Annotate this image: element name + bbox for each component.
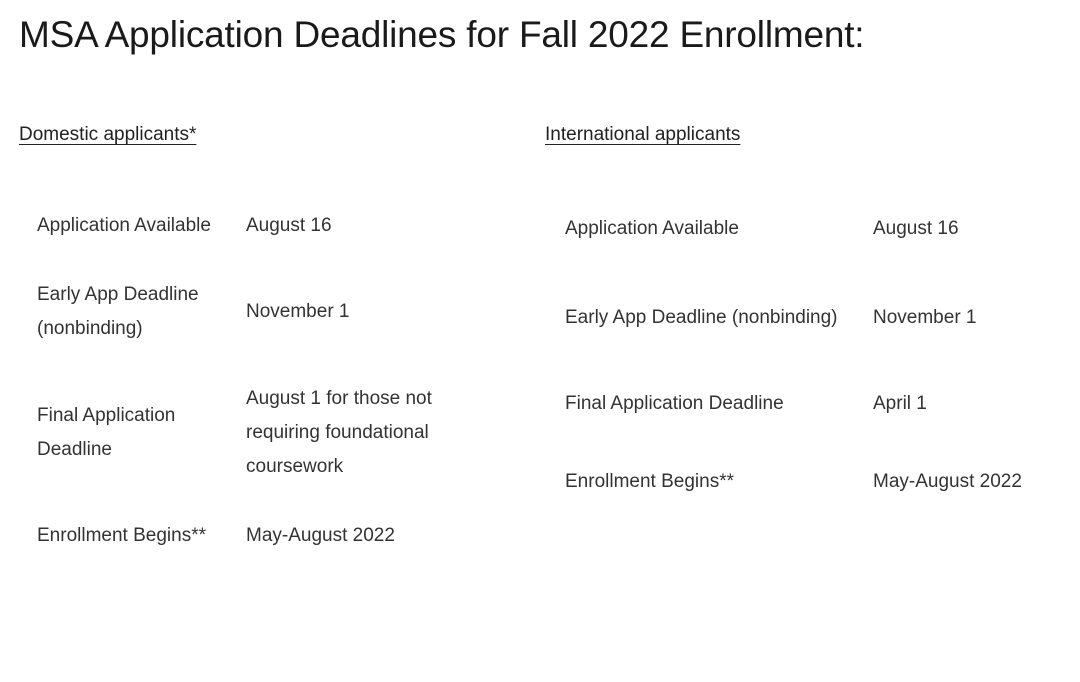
table-row: Final Application Deadline April 1 (545, 370, 1065, 438)
row-label: Early App Deadline (nonbinding) (37, 284, 199, 339)
row-label: Application Available (37, 215, 211, 236)
row-label: Enrollment Begins** (565, 471, 734, 492)
row-label: Final Application Deadline (37, 405, 176, 460)
row-label: Early App Deadline (nonbinding) (565, 307, 838, 328)
domestic-applicants-table: Domestic applicants* Application Availab… (19, 122, 539, 570)
row-value: May-August 2022 (873, 471, 1022, 492)
row-label: Final Application Deadline (565, 393, 784, 414)
table-row: Enrollment Begins** May-August 2022 (19, 502, 539, 570)
row-value: April 1 (873, 393, 927, 414)
row-value: August 16 (246, 215, 332, 236)
table-row: Early App Deadline (nonbinding) November… (19, 260, 539, 364)
domestic-rows: Application Available August 16 Early Ap… (19, 192, 539, 570)
table-row: Application Available August 16 (19, 192, 539, 260)
table-row: Final Application Deadline August 1 for … (19, 364, 539, 502)
international-applicants-header: International applicants (545, 124, 741, 145)
row-value: November 1 (873, 307, 977, 328)
international-applicants-table: International applicants Application Ava… (545, 122, 1065, 526)
row-value: November 1 (246, 301, 350, 322)
row-label: Enrollment Begins** (37, 525, 206, 546)
table-row: Early App Deadline (nonbinding) November… (545, 266, 1065, 370)
domestic-applicants-header: Domestic applicants* (19, 124, 197, 145)
row-value: August 1 for those not requiring foundat… (246, 388, 432, 477)
row-value: August 16 (873, 218, 959, 239)
table-row: Enrollment Begins** May-August 2022 (545, 438, 1065, 526)
international-rows: Application Available August 16 Early Ap… (545, 192, 1065, 526)
table-row: Application Available August 16 (545, 192, 1065, 266)
document-page: MSA Application Deadlines for Fall 2022 … (0, 0, 1080, 682)
page-title: MSA Application Deadlines for Fall 2022 … (19, 14, 865, 55)
row-value: May-August 2022 (246, 525, 395, 546)
row-label: Application Available (565, 218, 739, 239)
